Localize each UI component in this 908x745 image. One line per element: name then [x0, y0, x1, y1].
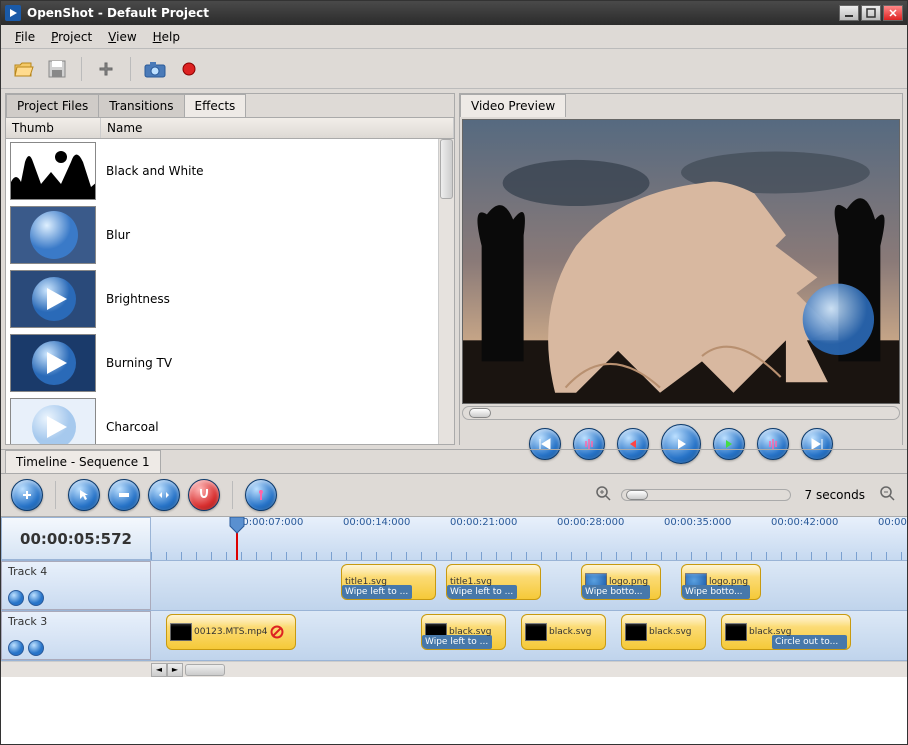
toolbar-separator: [81, 57, 82, 81]
timeline-ruler[interactable]: 00:00:07:000 00:00:14:000 00:00:21:000 0…: [151, 517, 907, 560]
timecode-display: 00:00:05:572: [1, 517, 151, 560]
effect-item[interactable]: Black and White: [6, 139, 438, 203]
toolbar-separator: [130, 57, 131, 81]
transition-label[interactable]: Wipe left to ...: [447, 585, 517, 599]
menu-view[interactable]: View: [100, 28, 144, 46]
menu-project[interactable]: Project: [43, 28, 100, 46]
timeline-clip[interactable]: logo.png Wipe botto...: [681, 564, 761, 600]
menu-help[interactable]: Help: [145, 28, 188, 46]
scroll-right-button[interactable]: ►: [167, 663, 183, 677]
timeline-clip[interactable]: logo.png Wipe botto...: [581, 564, 661, 600]
add-track-button[interactable]: [11, 479, 43, 511]
effect-item[interactable]: Brightness: [6, 267, 438, 331]
effect-name: Brightness: [96, 292, 170, 306]
tab-project-files[interactable]: Project Files: [6, 94, 99, 117]
snapshot-button[interactable]: [141, 55, 169, 83]
effect-thumb: [10, 270, 96, 328]
zoom-label: 7 seconds: [799, 488, 872, 502]
track-4: Track 4 title1.svg Wipe left to ... titl…: [1, 561, 907, 611]
preview-panel: Video Preview: [459, 93, 903, 445]
track-3: Track 3 00123.MTS.mp4 black.svg Wipe le: [1, 611, 907, 661]
timeline-toolbar: 7 seconds: [1, 473, 907, 517]
clip-thumb: [625, 623, 647, 641]
app-icon: [5, 5, 21, 21]
add-marker-button[interactable]: [245, 479, 277, 511]
effect-thumb: [10, 206, 96, 264]
timeline-clip[interactable]: black.svg Circle out to...: [721, 614, 851, 650]
razor-tool-button[interactable]: [108, 479, 140, 511]
save-button[interactable]: [43, 55, 71, 83]
main-toolbar: [1, 49, 907, 89]
snap-tool-button[interactable]: [188, 479, 220, 511]
add-button[interactable]: [92, 55, 120, 83]
open-button[interactable]: [9, 55, 37, 83]
effects-list: Black and White Blur Brightness Bur: [6, 139, 438, 444]
effect-item[interactable]: Blur: [6, 203, 438, 267]
pointer-tool-button[interactable]: [68, 479, 100, 511]
track-audio-icon[interactable]: [28, 640, 44, 656]
effect-item[interactable]: Charcoal: [6, 395, 438, 444]
clip-thumb: [725, 623, 747, 641]
playhead[interactable]: [236, 517, 238, 560]
minimize-button[interactable]: [839, 5, 859, 21]
effect-name: Blur: [96, 228, 130, 242]
track-name: Track 4: [8, 565, 144, 578]
timeline-clip[interactable]: black.svg Wipe left to ...: [421, 614, 506, 650]
scroll-left-button[interactable]: ◄: [151, 663, 167, 677]
resize-tool-button[interactable]: [148, 479, 180, 511]
menu-file[interactable]: File: [7, 28, 43, 46]
clip-thumb: [170, 623, 192, 641]
clip-thumb: [525, 623, 547, 641]
titlebar: OpenShot - Default Project: [1, 1, 907, 25]
timeline-clip[interactable]: title1.svg Wipe left to ...: [446, 564, 541, 600]
timeline-clip[interactable]: 00123.MTS.mp4: [166, 614, 296, 650]
transition-label[interactable]: Wipe left to ...: [342, 585, 412, 599]
track-visible-icon[interactable]: [8, 640, 24, 656]
timeline-hscrollbar[interactable]: ◄ ►: [1, 661, 907, 677]
tab-video-preview[interactable]: Video Preview: [460, 94, 566, 117]
window-title: OpenShot - Default Project: [27, 6, 837, 20]
effect-thumb: [10, 142, 96, 200]
transition-label[interactable]: Circle out to...: [772, 635, 847, 649]
track-header[interactable]: Track 4: [1, 561, 151, 610]
timeline-clip[interactable]: black.svg: [621, 614, 706, 650]
effect-item[interactable]: Burning TV: [6, 331, 438, 395]
timeline-clip[interactable]: black.svg: [521, 614, 606, 650]
maximize-button[interactable]: [861, 5, 881, 21]
track-audio-icon[interactable]: [28, 590, 44, 606]
effect-name: Charcoal: [96, 420, 159, 434]
timeline: 00:00:05:572 00:00:07:000 00:00:14:000 0…: [1, 517, 907, 744]
transition-label[interactable]: Wipe botto...: [682, 585, 750, 599]
zoom-slider[interactable]: [621, 489, 791, 501]
timeline-clip[interactable]: title1.svg Wipe left to ...: [341, 564, 436, 600]
column-name[interactable]: Name: [101, 118, 454, 138]
video-preview[interactable]: [462, 119, 900, 404]
record-button[interactable]: [175, 55, 203, 83]
close-button[interactable]: [883, 5, 903, 21]
zoom-out-button[interactable]: [879, 485, 897, 506]
zoom-in-button[interactable]: [595, 485, 613, 506]
effect-name: Black and White: [96, 164, 204, 178]
effects-scrollbar[interactable]: [438, 139, 454, 444]
effect-name: Burning TV: [96, 356, 172, 370]
menubar: File Project View Help: [1, 25, 907, 49]
effect-thumb: [10, 398, 96, 444]
tab-effects[interactable]: Effects: [184, 94, 247, 117]
timeline-tab[interactable]: Timeline - Sequence 1: [5, 450, 161, 473]
transition-label[interactable]: Wipe botto...: [582, 585, 650, 599]
disabled-icon: [270, 625, 284, 639]
tab-transitions[interactable]: Transitions: [98, 94, 184, 117]
scroll-thumb[interactable]: [185, 664, 225, 676]
track-name: Track 3: [8, 615, 144, 628]
effects-panel: Project Files Transitions Effects Thumb …: [5, 93, 455, 445]
transition-label[interactable]: Wipe left to ...: [422, 635, 492, 649]
preview-scrubber[interactable]: [462, 406, 900, 420]
effect-thumb: [10, 334, 96, 392]
track-header[interactable]: Track 3: [1, 611, 151, 660]
column-thumb[interactable]: Thumb: [6, 118, 101, 138]
track-visible-icon[interactable]: [8, 590, 24, 606]
